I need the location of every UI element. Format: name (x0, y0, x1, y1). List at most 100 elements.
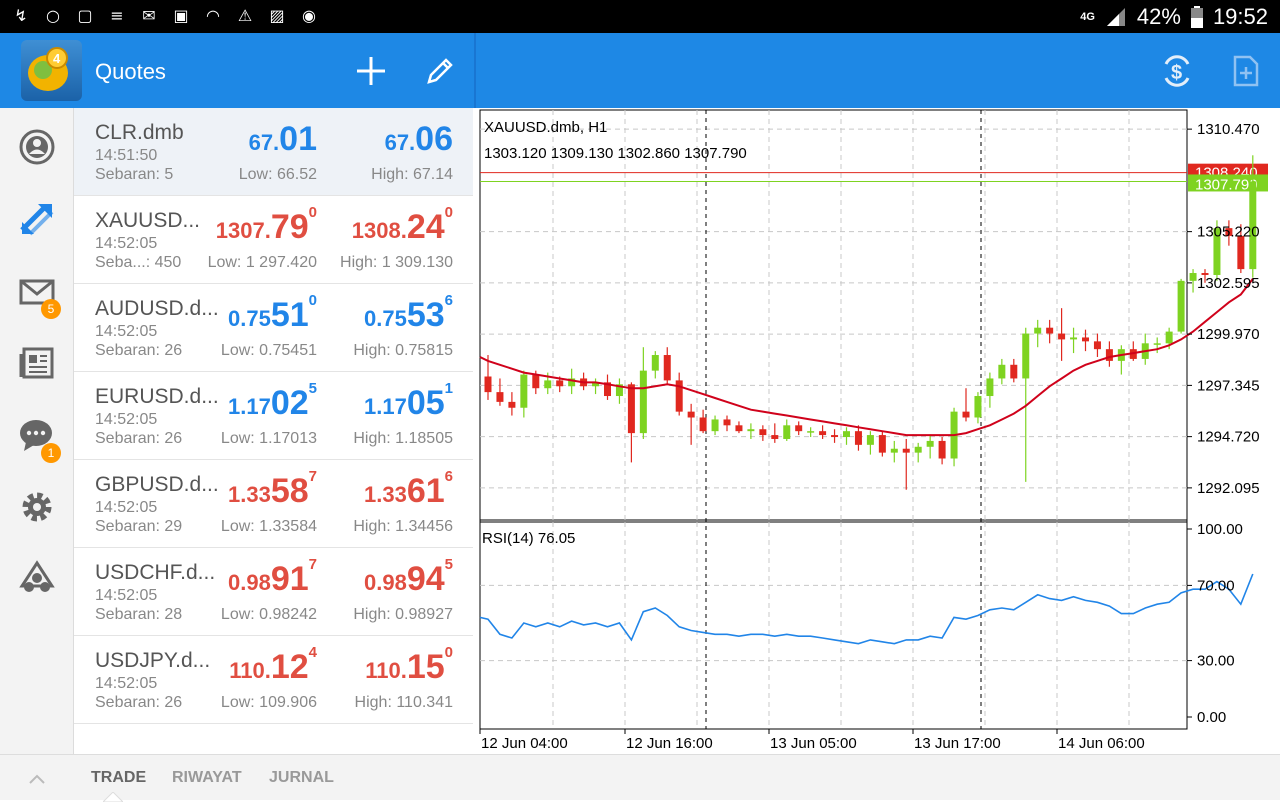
quote-row[interactable]: AUDUSD.d... 14:52:05 Sebaran: 26 0.75510 0.7… (74, 284, 473, 372)
quote-low: Low: 1 297.420 (207, 254, 317, 271)
quote-row[interactable]: EURUSD.d... 14:52:05 Sebaran: 26 1.17025 1.1… (74, 372, 473, 460)
new-order-icon[interactable]: $ (1158, 54, 1196, 88)
bid-price-prefix: 1.33 (228, 482, 271, 507)
bid-price[interactable]: 67.01 (249, 120, 317, 159)
side-navigation: 5 1 (0, 108, 74, 754)
nav-mailbox[interactable]: 5 (0, 260, 74, 320)
candle-body (544, 380, 552, 389)
bid-price-pips: 79 (270, 208, 309, 246)
ask-price[interactable]: 0.98945 (364, 556, 453, 599)
time-axis-label: 12 Jun 04:00 (481, 735, 568, 752)
quote-time: 14:52:05 (95, 675, 158, 692)
candle-body (532, 374, 540, 389)
nav-trade[interactable] (0, 188, 74, 248)
candle-body (699, 417, 707, 432)
quote-spread: Seba...: 450 (95, 254, 182, 271)
edit-pencil-icon[interactable] (425, 56, 455, 86)
time-axis-label: 13 Jun 05:00 (770, 735, 857, 752)
price-chart[interactable]: 1308.2401307.790 1310.4701305.2201302.59… (476, 108, 1280, 754)
candle-body (914, 446, 922, 453)
bid-price-fraction: 7 (308, 556, 317, 573)
ask-price-pips: 53 (406, 296, 445, 334)
candle-body (747, 429, 755, 432)
bid-price-fraction: 0 (308, 292, 317, 309)
nav-news[interactable] (0, 332, 74, 392)
rsi-indicator-label: RSI(14) 76.05 (482, 530, 575, 547)
bid-price-prefix: 0.75 (228, 306, 271, 331)
active-tab-indicator (103, 792, 123, 802)
quote-low: Low: 1.17013 (220, 430, 317, 447)
ask-price-pips: 94 (406, 560, 445, 598)
ask-price-fraction: 1 (444, 380, 453, 397)
quote-symbol: GBPUSD.d... (95, 473, 219, 496)
add-symbol-icon[interactable] (354, 54, 388, 88)
bid-price-fraction: 4 (308, 644, 317, 661)
candle-body (843, 431, 850, 438)
bid-price[interactable]: 110.124 (229, 644, 317, 687)
quote-row[interactable]: USDJPY.d... 14:52:05 Sebaran: 26 110.124 110… (74, 636, 473, 724)
nav-settings[interactable] (0, 476, 74, 536)
candle-body (902, 448, 910, 453)
quote-high: High: 0.98927 (353, 606, 453, 623)
candle-body (687, 411, 695, 418)
bid-price-fraction: 7 (308, 468, 317, 485)
quote-row[interactable]: XAUUSD... 14:52:05 Seba...: 450 1307.790 130… (74, 196, 473, 284)
candle-body (831, 435, 839, 438)
ask-price[interactable]: 1.33616 (364, 468, 453, 511)
candle-body (1093, 341, 1101, 350)
candle-body (1082, 337, 1089, 342)
ask-price[interactable]: 0.75536 (364, 292, 453, 335)
ask-price-fraction: 6 (444, 292, 453, 309)
tap-app-icon: ≡ (110, 6, 124, 25)
tab-journal[interactable]: JURNAL (269, 769, 334, 787)
nav-chat[interactable]: 1 (0, 404, 74, 464)
ask-price-fraction: 5 (444, 556, 453, 573)
ask-price[interactable]: 1.17051 (364, 380, 453, 423)
tab-trade[interactable]: TRADE (91, 769, 146, 787)
nav-community[interactable] (0, 548, 74, 608)
ask-price-prefix: 110. (365, 658, 407, 683)
gallery-icon: ▣ (173, 6, 189, 25)
candle-body (807, 431, 815, 433)
ask-price-pips: 05 (406, 384, 445, 422)
quote-symbol: USDJPY.d... (95, 649, 211, 672)
quote-high: High: 0.75815 (353, 342, 453, 359)
bid-price[interactable]: 1.33587 (228, 468, 317, 511)
mail-icon: ✉ (142, 6, 156, 25)
bid-price-pips: 01 (279, 120, 317, 158)
ask-price[interactable]: 1308.240 (352, 204, 453, 247)
new-document-icon[interactable] (1233, 55, 1259, 87)
bid-price[interactable]: 0.75510 (228, 292, 317, 335)
chevron-up-icon[interactable] (28, 773, 46, 785)
ask-price[interactable]: 67.06 (385, 120, 453, 159)
metatrader-logo[interactable]: 4 (21, 40, 82, 101)
quote-row[interactable]: CLR.dmb 14:51:50 Sebaran: 5 67.01 67.06 Low: … (74, 108, 473, 196)
wifi-icon: ◠ (206, 6, 220, 25)
candle-body (962, 411, 970, 418)
bid-price-prefix: 0.98 (228, 570, 271, 595)
clock: 19:52 (1212, 4, 1268, 29)
quote-high: High: 1.34456 (353, 518, 453, 535)
price-axis-label: 1294.720 (1197, 429, 1260, 446)
tab-history[interactable]: RIWAYAT (172, 769, 242, 787)
quote-symbol: XAUUSD... (95, 209, 201, 232)
bid-price[interactable]: 0.98917 (228, 556, 317, 599)
chart-panel[interactable]: 1308.240 1307.790 1310.470 1305.220 1302.59… (476, 108, 1280, 754)
candle-body (1010, 364, 1018, 379)
ask-price-pips: 24 (406, 208, 445, 246)
candle-body (508, 401, 516, 408)
ask-price-prefix: 1.17 (364, 394, 407, 419)
ask-price[interactable]: 110.150 (365, 644, 453, 687)
bid-price-pips: 02 (270, 384, 309, 422)
bid-price[interactable]: 1.17025 (228, 380, 317, 423)
bid-price-pips: 91 (270, 560, 309, 598)
bid-price-tag-label: 1307.790 (1195, 176, 1258, 193)
notification-icons: ↯ ○ ▢ ≡ ✉ ▣ ◠ ⚠ ▨ ◉ (10, 6, 320, 26)
bid-price-fraction: 0 (308, 204, 317, 221)
quote-row[interactable]: USDCHF.d... 14:52:05 Sebaran: 28 0.98917 0.9… (74, 548, 473, 636)
quote-row[interactable]: GBPUSD.d... 14:52:05 Sebaran: 29 1.33587 1.3… (74, 460, 473, 548)
network-type: 4G (1080, 10, 1095, 23)
nav-accounts[interactable] (0, 116, 74, 176)
bid-price[interactable]: 1307.790 (216, 204, 317, 247)
account-icon (19, 129, 55, 165)
